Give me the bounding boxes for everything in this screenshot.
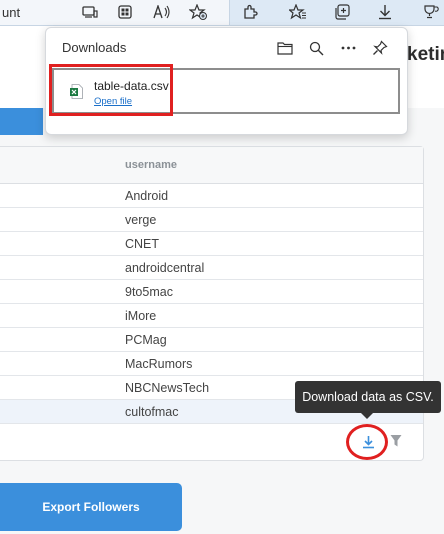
table-row[interactable]: iMore xyxy=(0,304,423,328)
browser-toolbar: unt xyxy=(0,0,444,26)
username-cell: PCMag xyxy=(125,333,167,347)
apps-icon[interactable] xyxy=(114,2,136,22)
address-text: unt xyxy=(2,5,21,20)
table-row[interactable]: MacRumors xyxy=(0,352,423,376)
username-cell: 9to5mac xyxy=(125,285,173,299)
table-row[interactable]: verge xyxy=(0,208,423,232)
downloads-icon[interactable] xyxy=(374,2,396,22)
download-tooltip: Download data as CSV. xyxy=(295,381,441,419)
username-cell: MacRumors xyxy=(125,357,193,371)
open-folder-icon[interactable] xyxy=(275,38,295,58)
page-title: keting xyxy=(407,44,444,65)
table-row[interactable]: androidcentral xyxy=(0,256,423,280)
username-cell: verge xyxy=(125,213,157,227)
favorites-icon[interactable] xyxy=(287,2,309,22)
table-row[interactable]: CNET xyxy=(0,232,423,256)
more-options-icon[interactable] xyxy=(338,38,358,58)
username-cell: androidcentral xyxy=(125,261,205,275)
table-row[interactable]: PCMag xyxy=(0,328,423,352)
username-cell: NBCNewsTech xyxy=(125,381,210,395)
pin-icon[interactable] xyxy=(370,38,390,58)
highlight-rectangle xyxy=(49,64,173,116)
username-cell: CNET xyxy=(125,237,160,251)
toolbar-separator xyxy=(229,0,230,25)
table-row[interactable]: 9to5mac xyxy=(0,280,423,304)
username-cell: Android xyxy=(125,189,169,203)
column-header-username[interactable]: username xyxy=(125,159,177,171)
extensions-icon[interactable] xyxy=(239,2,261,22)
reading-view-icon[interactable] xyxy=(79,2,101,22)
filter-icon[interactable] xyxy=(390,434,402,448)
table-row[interactable]: Android xyxy=(0,184,423,208)
username-cell: iMore xyxy=(125,309,157,323)
search-downloads-icon[interactable] xyxy=(306,38,326,58)
address-bar[interactable]: unt xyxy=(0,0,230,25)
export-followers-button[interactable]: Export Followers xyxy=(0,483,182,531)
downloads-title: Downloads xyxy=(62,40,127,55)
collections-icon[interactable] xyxy=(331,2,353,22)
browser-essentials-icon[interactable] xyxy=(420,2,442,22)
active-tab-indicator[interactable] xyxy=(0,108,43,135)
table-header: username xyxy=(0,147,423,184)
highlight-circle xyxy=(346,424,388,460)
username-cell: cultofmac xyxy=(125,405,179,419)
read-aloud-icon[interactable] xyxy=(151,2,173,22)
add-favorite-icon[interactable] xyxy=(187,2,209,22)
